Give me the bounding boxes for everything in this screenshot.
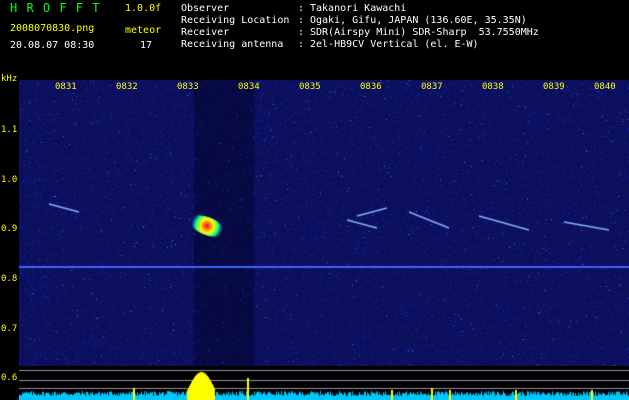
x-tick: 0831 xyxy=(55,82,77,92)
spectrogram xyxy=(19,80,629,366)
y-tick: 0.9 xyxy=(1,224,18,234)
receiver-value: SDR(Airspy Mini) SDR-Sharp 53.7550MHz xyxy=(310,27,539,38)
y-tick: 0.6 xyxy=(1,373,18,383)
observer-value: Takanori Kawachi xyxy=(310,3,407,14)
y-tick: 1.1 xyxy=(1,125,18,135)
x-tick: 0836 xyxy=(360,82,382,92)
meteor-count: 17 xyxy=(140,40,153,51)
y-tick: 0.8 xyxy=(1,274,18,284)
location-label: Receiving Location xyxy=(181,15,290,26)
receiver-label: Receiver xyxy=(181,27,230,38)
x-tick: 0837 xyxy=(421,82,443,92)
x-tick: 0835 xyxy=(299,82,321,92)
app-version: 1.0.0f xyxy=(125,3,162,14)
mode-label: meteor xyxy=(125,25,162,36)
file-name: 2008070830.png xyxy=(10,23,95,34)
x-tick: 0833 xyxy=(177,82,199,92)
date-time: 20.08.07 08:30 xyxy=(10,40,95,51)
antenna-label: Receiving antenna xyxy=(181,39,284,50)
x-tick: 0832 xyxy=(116,82,138,92)
observer-label: Observer xyxy=(181,3,230,14)
y-unit-label: kHz xyxy=(1,74,18,84)
x-tick: 0840 xyxy=(594,82,616,92)
x-tick: 0838 xyxy=(482,82,504,92)
x-tick: 0834 xyxy=(238,82,260,92)
y-tick: 0.7 xyxy=(1,324,18,334)
app-name: H R O F F T xyxy=(10,1,101,15)
antenna-value: 2el-HB9CV Vertical (el. E-W) xyxy=(310,39,479,50)
signal-level-strip xyxy=(19,366,629,400)
y-tick: 1.0 xyxy=(1,175,18,185)
x-tick: 0839 xyxy=(543,82,565,92)
hrofft-window: H R O F F T 1.0.0f 2008070830.png meteor… xyxy=(0,0,629,400)
location-value: Ogaki, Gifu, JAPAN (136.60E, 35.35N) xyxy=(310,15,527,26)
